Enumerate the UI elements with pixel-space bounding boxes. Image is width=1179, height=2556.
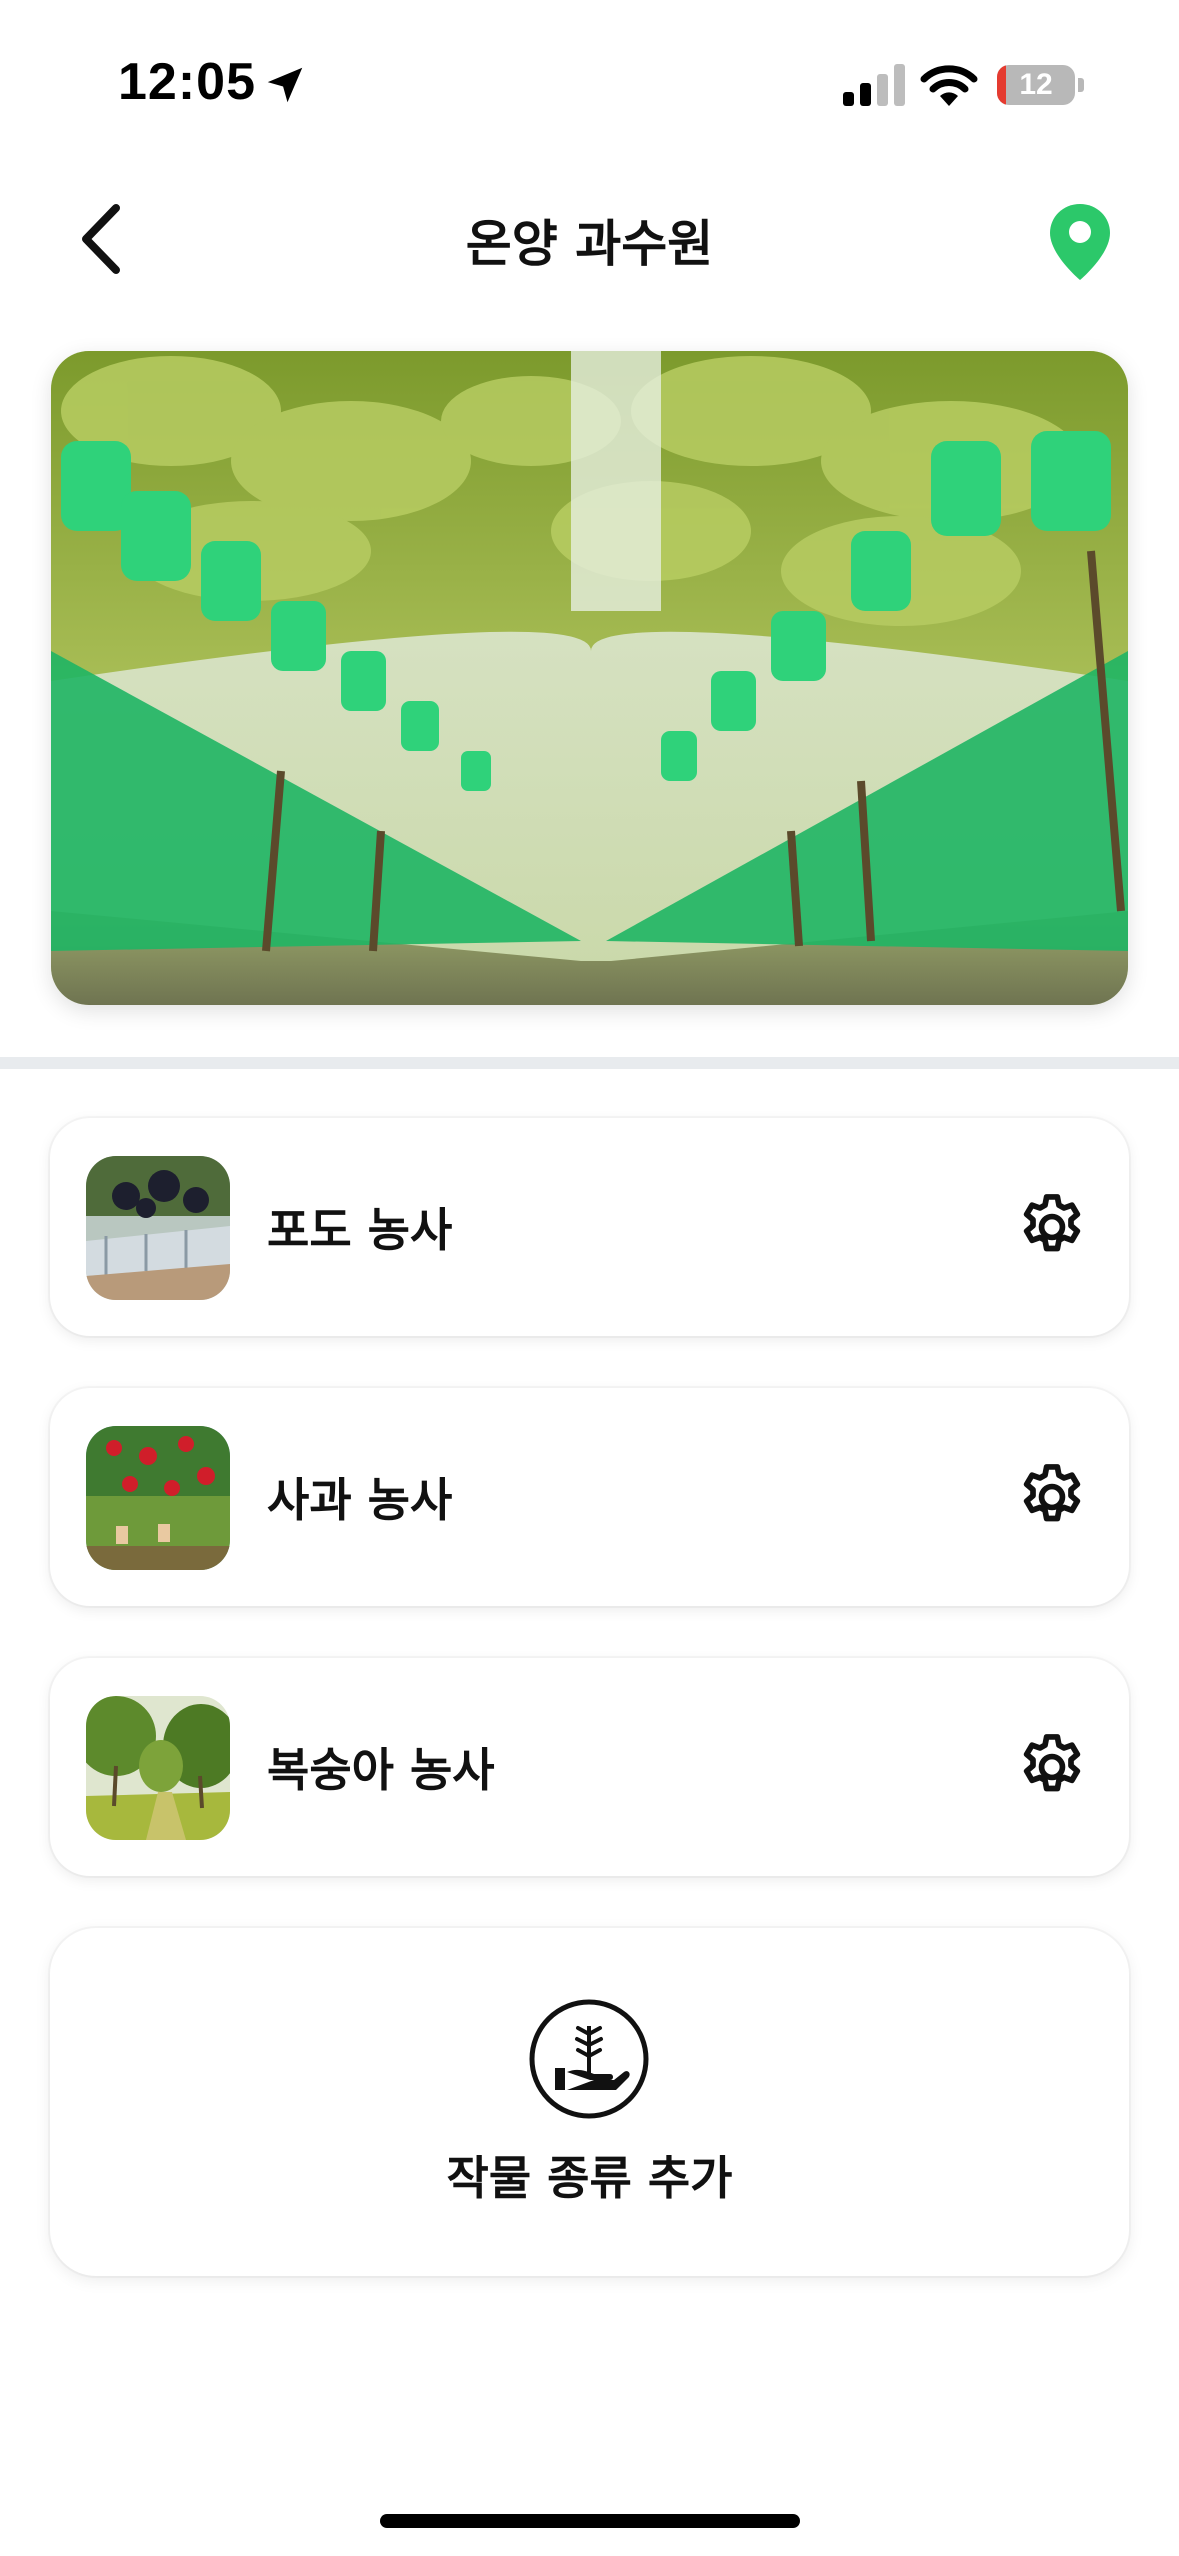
section-divider [0,1057,1179,1069]
map-pin-icon [1050,204,1110,280]
add-crop-button[interactable]: 작물 종류 추가 [50,1928,1129,2276]
crop-settings-button[interactable] [1010,1725,1094,1809]
page-title: 온양 과수원 [465,215,714,273]
orchard-hero-image [51,351,1128,1005]
battery-cap [1078,78,1084,92]
crop-card-apple[interactable]: 사과 농사 [50,1388,1129,1606]
apple-orchard-photo [86,1426,230,1570]
home-indicator[interactable] [380,2514,800,2528]
crop-card-peach[interactable]: 복숭아 농사 [50,1658,1129,1876]
location-button[interactable] [1032,194,1128,290]
crop-label: 포도 농사 [267,1203,453,1257]
grape-farm-photo [86,1156,230,1300]
signal-bars-icon [843,64,905,106]
crop-label: 사과 농사 [267,1473,453,1527]
gear-icon [1023,1464,1081,1522]
add-crop-label: 작물 종류 추가 [446,2151,733,2205]
screen: 12:05 12 온양 과수원 포도 농사 사과 농사 복숭아 농사 작물 종류… [0,0,1179,2556]
wifi-icon [920,65,978,106]
battery-icon: 12 [997,65,1075,105]
crop-settings-button[interactable] [1010,1455,1094,1539]
crop-settings-button[interactable] [1010,1185,1094,1269]
status-bar: 12:05 12 [0,0,1179,150]
gear-icon [1023,1194,1081,1252]
battery-level: 12 [1019,68,1053,101]
location-arrow-icon [267,67,303,103]
nav-bar: 온양 과수원 [0,170,1179,310]
crop-label: 복숭아 농사 [267,1743,495,1797]
status-time: 12:05 [118,53,256,111]
gear-icon [1023,1734,1081,1792]
peach-orchard-photo [86,1696,230,1840]
plant-in-hand-icon [529,1999,649,2119]
crop-card-grape[interactable]: 포도 농사 [50,1118,1129,1336]
